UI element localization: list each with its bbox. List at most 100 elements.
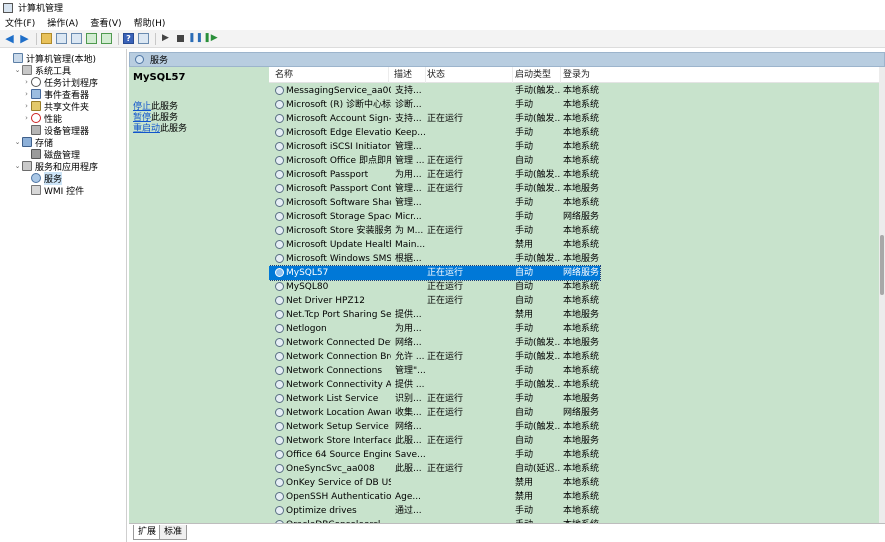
service-row[interactable]: MessagingService_aa008 支持... 手动(触发... 本地系统 [269,84,600,98]
service-row[interactable]: MySQL80 正在运行 自动 本地系统 [269,280,600,294]
service-startup-cell: 手动(触发... [515,86,561,96]
service-row[interactable]: Microsoft Windows SMS 路... 根据... 手动(触发...本… [269,252,600,266]
service-row[interactable]: Network Connectivity Assis... 提供 ... 手动(触发… [269,378,600,392]
services-list[interactable]: 名称 描述 状态 启动类型 登录为 MessagingService_aa008… [269,67,885,523]
service-row[interactable]: Network List Service 识别... 正在运行 手动 本地服务 [269,392,600,406]
tree-item[interactable]: ⌄ 服务和应用程序 [0,160,126,173]
tree-item[interactable]: WMI 控件 [0,184,126,197]
tools-icon [22,65,32,75]
tab-extended[interactable]: 扩展 [133,525,162,540]
expand-right-icon[interactable]: › [22,102,31,110]
tree-item[interactable]: › 任务计划程序 [0,76,126,89]
service-row[interactable]: Network Location Awarene... 收集... 正在运行 自动 网络… [269,406,600,420]
console-tree-icon[interactable] [56,33,67,44]
tree-item[interactable]: › 共享文件夹 [0,100,126,113]
service-row[interactable]: Net.Tcp Port Sharing Service 提供... 禁用 本地服务 [269,308,600,322]
column-header-status[interactable]: 状态 [427,67,513,83]
service-row[interactable]: Microsoft Storage Spaces S... Micr... 手动 网络… [269,210,600,224]
tree-item[interactable]: 计算机管理(本地) [0,52,126,65]
tab-standard[interactable]: 标准 [159,525,188,540]
service-gear-icon [275,366,284,375]
service-row[interactable]: OpenSSH Authentication ... Age... 禁用 本地系统 [269,490,600,504]
stop-service-icon[interactable] [177,35,184,42]
service-gear-icon [275,408,284,417]
service-desc-cell: 此服... [395,464,422,474]
service-row[interactable]: Microsoft Edge Elevation S... Keep... 手动 本地… [269,126,600,140]
restart-service-link[interactable]: 重启动 [133,124,160,134]
tree-item[interactable]: ⌄ 系统工具 [0,64,126,77]
tree-item[interactable]: 磁盘管理 [0,148,126,161]
service-row[interactable]: MySQL57 正在运行 自动 网络服务 [269,265,601,281]
service-startup-cell: 禁用 [515,240,534,250]
service-row[interactable]: Network Connected Devic... 网络... 手动(触发...本… [269,336,600,350]
service-row[interactable]: OneSyncSvc_aa008 此服... 正在运行 自动(延迟... 本地系统 [269,462,600,476]
content-header: 服务 [129,52,885,67]
tree-item[interactable]: 设备管理器 [0,124,126,137]
column-header-name[interactable]: 名称 [275,67,389,83]
restart-service-icon[interactable]: ❚▶ [203,33,217,44]
services-apps-icon [22,161,32,171]
pause-service-icon[interactable]: ❚❚ [188,33,203,44]
expand-right-icon[interactable]: › [22,114,31,122]
expand-down-icon[interactable]: ⌄ [13,162,22,170]
start-service-icon[interactable]: ▶ [160,33,171,44]
export-icon[interactable] [101,33,112,44]
computer-management-icon [3,2,13,13]
service-row[interactable]: Microsoft (R) 诊断中心标准... 诊断... 手动 本地系统 [269,98,600,112]
tree-item[interactable]: ⌄ 存储 [0,136,126,149]
tree-item[interactable]: › 事件查看器 [0,88,126,101]
service-gear-icon [275,324,284,333]
menu-help[interactable]: 帮助(H) [134,16,166,29]
expand-right-icon[interactable]: › [22,78,31,86]
tree-item[interactable]: 服务 [0,171,126,185]
service-row[interactable]: Microsoft Store 安装服务为 M... 正在运行 手动 本地系统 [269,224,600,238]
column-header-logon-as[interactable]: 登录为 [563,67,643,83]
service-row[interactable]: Net Driver HPZ12 正在运行 自动 本地系统 [269,294,600,308]
service-row[interactable]: Microsoft Software Shado... 管理... 手动 本地系统 [269,196,600,210]
column-header-startup-type[interactable]: 启动类型 [515,67,561,83]
service-row[interactable]: Microsoft Passport Container 管理... 正在运行 手动(… [269,182,600,196]
back-arrow-icon[interactable]: ◀ [4,33,15,44]
service-gear-icon [275,170,284,179]
service-gear-icon [275,142,284,151]
service-name-cell: Network List Service [286,394,379,404]
service-startup-cell: 自动 [515,296,534,306]
service-row[interactable]: Network Store Interface Se... 此服... 正在运行 自动… [269,434,600,448]
service-startup-cell: 手动(触发... [515,352,561,362]
up-folder-icon[interactable] [41,33,52,44]
service-row[interactable]: Network Setup Service 网络... 手动(触发... 本地系统 [269,420,600,434]
expand-down-icon[interactable]: ⌄ [13,138,22,146]
view-icon[interactable] [138,33,149,44]
vertical-scrollbar[interactable] [879,67,885,523]
console-tree: 计算机管理(本地) ⌄ 系统工具 › 任务计划程序 › 事件查看器 › 共享文件夹 › 性能 设备管理… [0,49,127,542]
service-row[interactable]: Optimize drives 通过... 手动 本地系统 [269,504,600,518]
service-startup-cell: 手动 [515,366,534,376]
service-row[interactable]: Microsoft Update Health S... Main... 禁用 本地系… [269,238,600,252]
menu-file[interactable]: 文件(F) [5,16,35,29]
service-row[interactable]: Microsoft iSCSI Initiator Ser... 管理... 手动 本… [269,140,600,154]
service-logon-cell: 本地系统 [563,380,599,390]
service-row[interactable]: Network Connections 管理"... 手动 本地系统 [269,364,600,378]
forward-arrow-icon[interactable]: ▶ [19,33,30,44]
service-row[interactable]: OnKey Service of DB USB ... 禁用 本地系统 [269,476,600,490]
help-icon[interactable]: ? [123,33,134,44]
service-startup-cell: 手动 [515,100,534,110]
service-status-cell [427,322,507,336]
service-row[interactable]: Microsoft Passport 为用... 正在运行 手动(触发... 本地系统 [269,168,600,182]
scrollbar-thumb[interactable] [880,235,884,295]
service-row[interactable]: Office 64 Source Engine Save... 手动 本地系统 [269,448,600,462]
service-rows: MessagingService_aa008 支持... 手动(触发... 本地系统 M… [269,84,885,523]
menu-action[interactable]: 操作(A) [47,16,78,29]
expand-down-icon[interactable]: ⌄ [13,66,22,74]
menu-view[interactable]: 查看(V) [90,16,121,29]
refresh-icon[interactable] [86,33,97,44]
properties-icon[interactable] [71,33,82,44]
service-row[interactable]: Netlogon 为用... 手动 本地系统 [269,322,600,336]
column-header-description[interactable]: 描述 [394,67,426,83]
expand-right-icon[interactable]: › [22,90,31,98]
tree-item[interactable]: › 性能 [0,112,126,125]
service-row[interactable]: Microsoft Office 即点即用... 管理 ...正在运行 自动 本地系统 [269,154,600,168]
service-row[interactable]: Network Connection Broker 允许 ...正在运行 手动(触发… [269,350,600,364]
service-desc-cell: 网络... [395,338,422,348]
service-row[interactable]: Microsoft Account Sign-in ... 支持... 正在运行 手动… [269,112,600,126]
